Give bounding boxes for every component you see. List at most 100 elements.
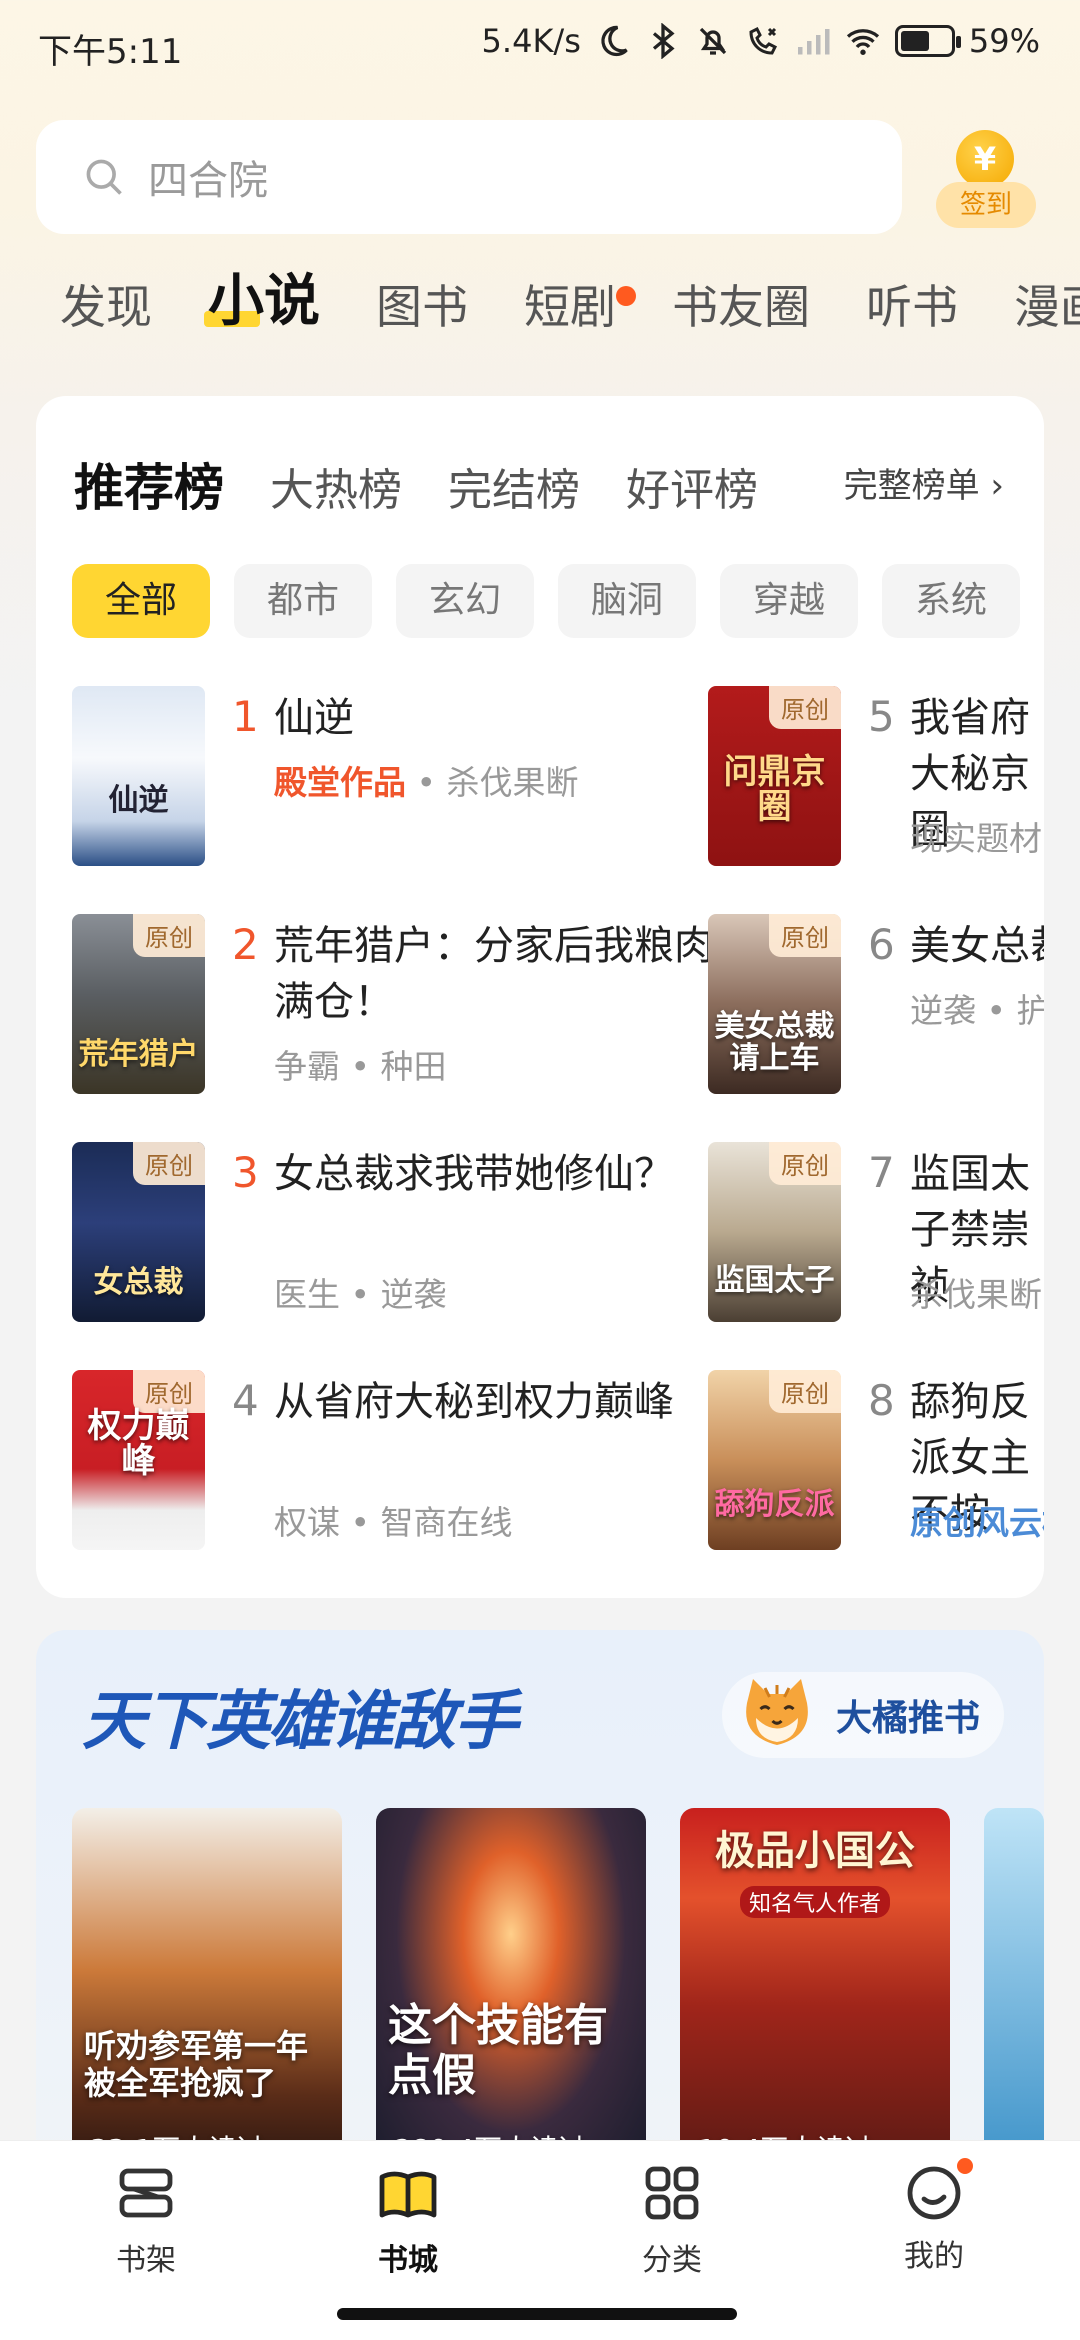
book-meta: 逆袭 • 护: [910, 991, 1044, 1030]
cover-title: 荒年猎户: [78, 1036, 199, 1072]
call-off-icon: [749, 26, 777, 55]
rank-number: 1: [232, 692, 259, 741]
original-tag: 原创: [133, 1142, 205, 1185]
book-title: 美女总裁: [910, 923, 1044, 969]
notification-dot: [616, 286, 636, 306]
promo-book-4[interactable]: [984, 1808, 1044, 2168]
book-item-2[interactable]: 原创 荒年猎户 2 荒年猎户：分家后我粮肉满仓！ 争霸 • 种田: [72, 914, 714, 1094]
promo-brand[interactable]: 大橘推书: [721, 1672, 1004, 1758]
meta-tags: • 杀伐果断: [406, 763, 579, 802]
book-cover: 仙逆: [72, 686, 205, 866]
original-tag: 原创: [769, 914, 841, 957]
tab-short-drama[interactable]: 短剧: [524, 280, 636, 335]
book-item-3[interactable]: 原创 女总裁 3 女总裁求我带她修仙？ 医生 • 逆袭: [72, 1142, 674, 1322]
cover-title: 女总裁: [93, 1264, 184, 1300]
nav-label: 分类: [642, 2243, 702, 2278]
category-icon: [645, 2166, 699, 2220]
bookstore-icon: [379, 2171, 437, 2218]
cover-title: 问鼎京圈: [723, 751, 826, 828]
tab-rating-rank[interactable]: 好评榜: [626, 454, 758, 518]
net-speed: 5.4K/s: [481, 22, 581, 60]
book-cover: 原创 问鼎京圈: [708, 686, 841, 866]
search-placeholder: 四合院: [148, 158, 268, 204]
meta-highlight: 原创风云榜: [910, 1503, 1044, 1542]
tab-novel-label: 小说: [208, 269, 320, 334]
book-meta: 权谋 • 智商在线: [274, 1503, 513, 1542]
cover-title: 美女总裁请上车: [714, 1009, 835, 1076]
status-icons: 5.4K/s 59%: [482, 22, 1040, 60]
wifi-icon: [846, 29, 879, 55]
rank-number: 4: [232, 1376, 259, 1425]
tab-audiobook[interactable]: 听书: [866, 280, 958, 335]
tab-hot-rank[interactable]: 大热榜: [270, 454, 402, 518]
bookshelf-icon: [119, 2168, 173, 2218]
book-meta: 原创风云榜: [910, 1496, 1044, 1544]
home-indicator[interactable]: [337, 2308, 737, 2320]
nav-label: 我的: [904, 2239, 964, 2274]
book-cover: 原创 舔狗反派: [708, 1370, 841, 1550]
book-cover: 原创 监国太子: [708, 1142, 841, 1322]
rank-number: 2: [232, 920, 259, 969]
book-title: 从省府大秘到权力巅峰: [274, 1379, 674, 1425]
book-title: 女总裁求我带她修仙？: [274, 1151, 674, 1197]
book-cover: 原创 美女总裁请上车: [708, 914, 841, 1094]
ranking-card: 推荐榜 大热榜 完结榜 好评榜 完整榜单 › 全部 都市 玄幻 脑洞 穿越 系统…: [36, 396, 1044, 1598]
original-tag: 原创: [769, 1142, 841, 1185]
battery-icon: [894, 25, 961, 57]
book-cover: 原创 女总裁: [72, 1142, 205, 1322]
tab-short-drama-label: 短剧: [524, 280, 616, 334]
nav-profile[interactable]: 我的: [854, 2155, 1014, 2275]
book-meta: 殿堂作品 • 杀伐果断: [274, 756, 578, 804]
cover-title: 监国太子: [714, 1262, 835, 1298]
promo-book-3[interactable]: 极品小国公 知名气人作者 10.4万人读过: [680, 1808, 950, 2168]
chip-system[interactable]: 系统: [882, 564, 1020, 638]
nav-category[interactable]: 分类: [592, 2161, 752, 2279]
cover-title: 舔狗反派: [714, 1486, 835, 1522]
book-item-6[interactable]: 原创 美女总裁请上车 6 美女总裁 逆袭 • 护: [708, 914, 1044, 1094]
nav-bookshelf[interactable]: 书架: [66, 2161, 226, 2279]
battery-percent: 59%: [968, 22, 1040, 60]
book-item-4[interactable]: 原创 权力巅峰 4 从省府大秘到权力巅峰 权谋 • 智商在线: [72, 1370, 674, 1550]
tab-discover[interactable]: 发现: [60, 280, 152, 335]
ranking-tabs: 推荐榜 大热榜 完结榜 好评榜: [74, 448, 804, 520]
signin-button[interactable]: ¥ 签到: [936, 124, 1036, 234]
bluetooth-icon: [652, 23, 675, 59]
original-tag: 原创: [769, 1370, 841, 1413]
cat-mascot-icon: [746, 1679, 808, 1745]
chip-fantasy[interactable]: 玄幻: [396, 564, 534, 638]
tab-books[interactable]: 图书: [376, 280, 468, 335]
book-item-7[interactable]: 原创 监国太子 7 监国太子禁崇祯 杀伐果断: [708, 1142, 1044, 1322]
meta-highlight: 殿堂作品: [274, 763, 406, 802]
chip-all[interactable]: 全部: [72, 564, 210, 638]
promo-book-title: 这个技能有点假: [388, 1999, 608, 2102]
book-item-1[interactable]: 仙逆 1 仙逆 殿堂作品 • 杀伐果断: [72, 686, 672, 866]
tab-reader-circle[interactable]: 书友圈: [672, 280, 810, 335]
book-cover: 原创 荒年猎户: [72, 914, 205, 1094]
full-list-link[interactable]: 完整榜单 ›: [844, 458, 1004, 507]
book-item-8[interactable]: 原创 舔狗反派 8 舔狗反派女主不按 原创风云榜: [708, 1370, 1044, 1550]
original-tag: 原创: [769, 686, 841, 729]
search-bar[interactable]: 四合院: [36, 120, 902, 234]
book-meta: 杀伐果断: [910, 1275, 1042, 1314]
moon-icon: [601, 25, 628, 57]
book-title: 仙逆: [274, 695, 354, 741]
nav-bookstore[interactable]: 书城: [328, 2161, 488, 2279]
profile-icon-wrap: [902, 2155, 976, 2225]
rank-number: 5: [868, 692, 895, 741]
book-meta: 争霸 • 种田: [274, 1047, 447, 1086]
tab-finished-rank[interactable]: 完结榜: [448, 454, 580, 518]
chip-urban[interactable]: 都市: [234, 564, 372, 638]
status-bar: 下午5:11 5.4K/s 59%: [0, 0, 1080, 92]
brand-label: 大橘推书: [835, 1698, 980, 1739]
promo-book-1[interactable]: 听劝参军第一年被全军抢疯了 33.1万人读过: [72, 1808, 342, 2168]
chip-brainstorm[interactable]: 脑洞: [558, 564, 696, 638]
book-item-5[interactable]: 原创 问鼎京圈 5 我省府大秘京圈 现实题材: [708, 686, 1044, 866]
tab-comics[interactable]: 漫画: [1014, 280, 1080, 335]
chip-time-travel[interactable]: 穿越: [720, 564, 858, 638]
rank-number: 8: [868, 1376, 895, 1425]
book-meta: 医生 • 逆袭: [274, 1275, 447, 1314]
promo-book-2[interactable]: 这个技能有点假 280.4万人读过: [376, 1808, 646, 2168]
tab-recommend-rank[interactable]: 推荐榜: [74, 448, 224, 520]
tab-novel[interactable]: 小说: [204, 268, 320, 335]
rank-number: 6: [868, 920, 895, 969]
